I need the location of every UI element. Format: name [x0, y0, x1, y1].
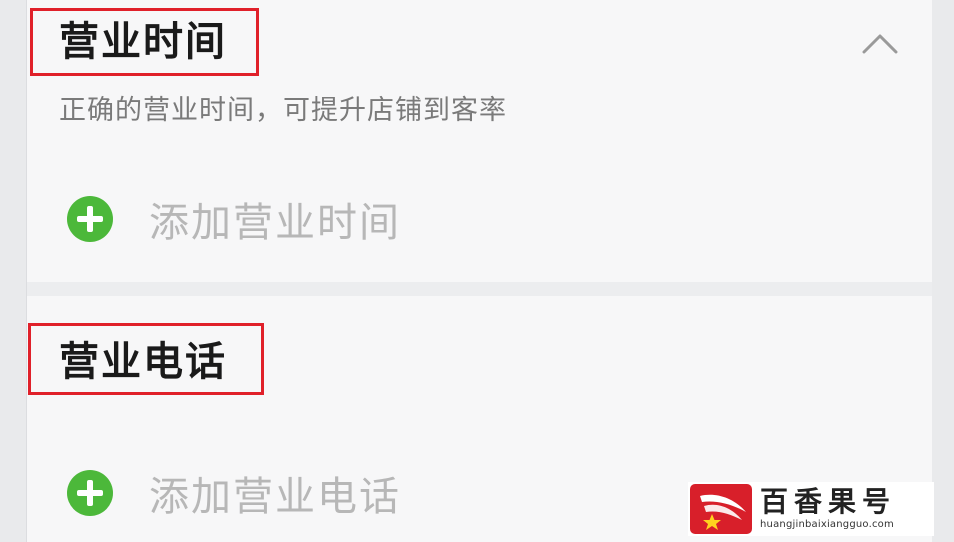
watermark-text: 百香果号 huangjinbaixiangguo.com — [760, 488, 896, 530]
watermark: 百香果号 huangjinbaixiangguo.com — [688, 482, 934, 536]
section-title-hours: 营业时间 — [59, 19, 227, 65]
right-edge-strip — [932, 0, 954, 542]
add-business-hours-button[interactable]: 添加营业时间 — [67, 190, 401, 248]
screen: 营业时间 正确的营业时间，可提升店铺到客率 添加营业时间 营业电话 添加营业电话 — [0, 0, 954, 542]
section-title-phone: 营业电话 — [59, 339, 227, 385]
add-business-hours-label: 添加营业时间 — [149, 200, 401, 246]
add-business-phone-label: 添加营业电话 — [149, 474, 401, 520]
business-hours-section: 营业时间 正确的营业时间，可提升店铺到客率 添加营业时间 — [27, 0, 932, 282]
chevron-up-icon — [862, 34, 898, 54]
watermark-logo-icon — [690, 484, 752, 534]
add-circle-icon — [67, 470, 113, 516]
add-business-phone-button[interactable]: 添加营业电话 — [67, 464, 401, 522]
left-edge-strip — [0, 0, 27, 542]
watermark-url: huangjinbaixiangguo.com — [760, 519, 894, 530]
section-subtitle-hours: 正确的营业时间，可提升店铺到客率 — [59, 95, 507, 126]
add-circle-icon — [67, 196, 113, 242]
collapse-button[interactable] — [860, 28, 900, 56]
watermark-name: 百香果号 — [760, 485, 897, 518]
